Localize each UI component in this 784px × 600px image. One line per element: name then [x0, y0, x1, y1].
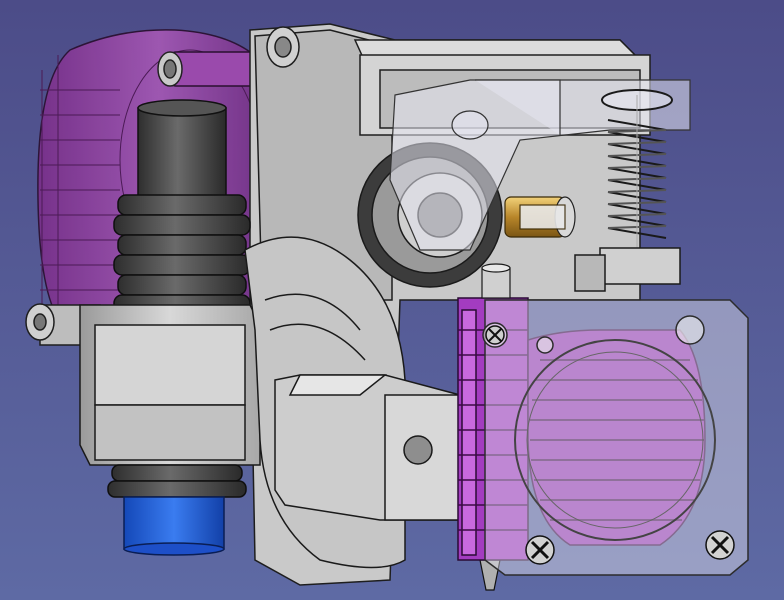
cross-screw-icon [485, 325, 505, 345]
cross-screw-icon [705, 530, 735, 560]
cap-screw-icon [266, 26, 300, 68]
extruder-assembly-scene [0, 0, 784, 600]
brass-bearing [504, 196, 576, 238]
hotend-fan-frame[interactable] [482, 299, 749, 576]
bowden-coupler [123, 496, 225, 556]
spring-nut [574, 247, 681, 292]
hotend-heatsink-fins [113, 194, 251, 316]
front-bracket[interactable] [274, 374, 461, 521]
heatbreak-tube [137, 99, 227, 199]
3d-viewport[interactable] [0, 0, 784, 600]
cross-screw-icon [525, 535, 555, 565]
lower-heatsink-fins [107, 464, 247, 498]
filament-guide-post [481, 263, 511, 299]
hotend-clamp[interactable] [79, 304, 261, 466]
